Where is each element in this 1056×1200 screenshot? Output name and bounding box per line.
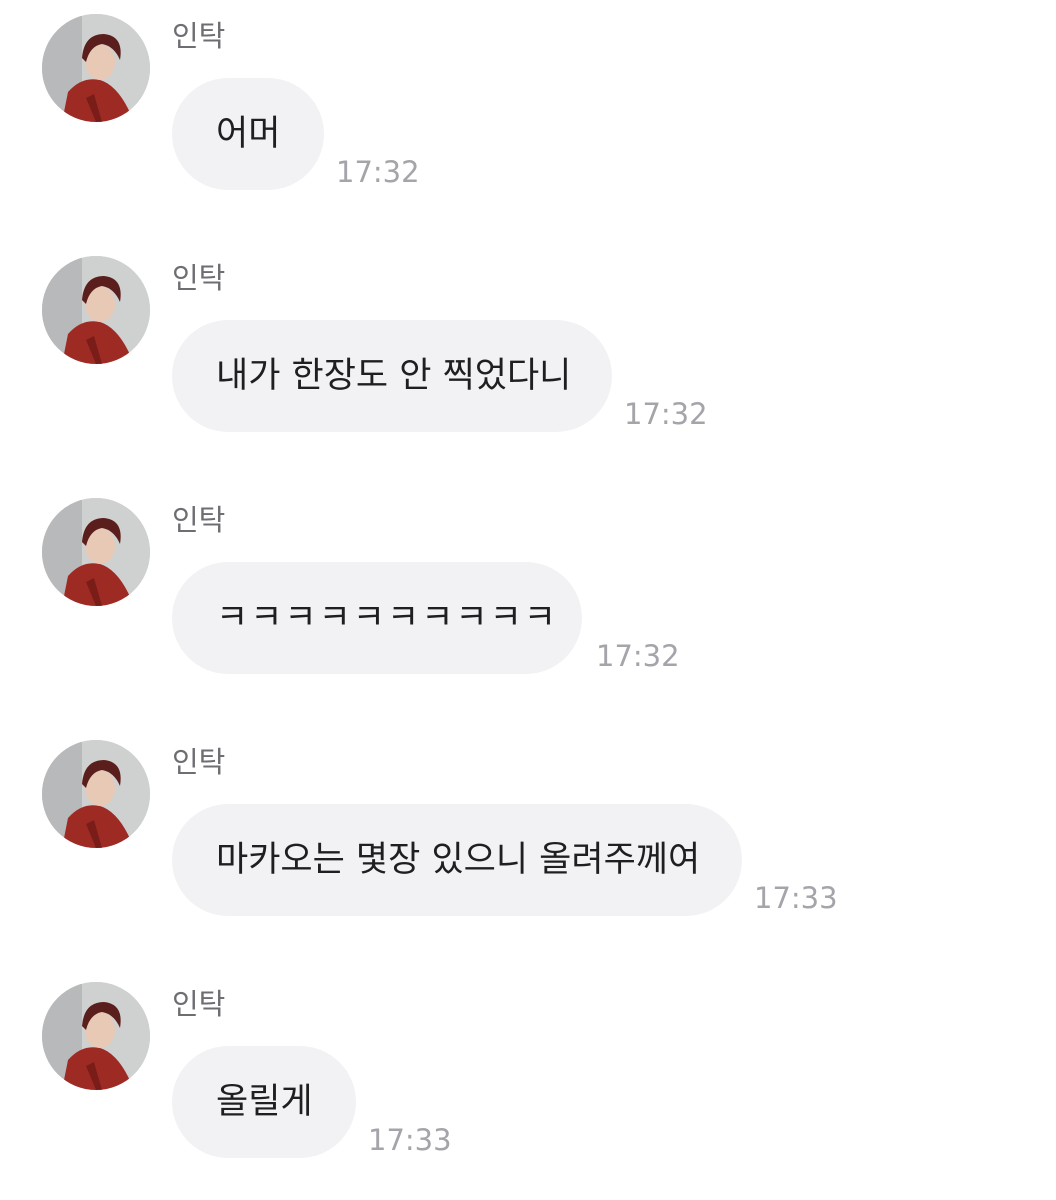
sender-name: 인탁	[172, 987, 226, 1021]
chat-message: 인탁 올릴게 17:33	[0, 968, 1056, 1168]
chat-message: 인탁 마카오는 몇장 있으니 올려주께여 17:33	[0, 726, 1056, 926]
sender-name: 인탁	[172, 19, 226, 53]
message-time: 17:32	[596, 639, 680, 673]
profile-photo-icon[interactable]	[42, 740, 150, 848]
message-bubble[interactable]: 올릴게	[172, 1046, 356, 1158]
message-bubble[interactable]: ㅋㅋㅋㅋㅋㅋㅋㅋㅋㅋ	[172, 562, 582, 674]
profile-photo-icon[interactable]	[42, 14, 150, 122]
message-time: 17:32	[624, 397, 708, 431]
profile-photo-icon[interactable]	[42, 256, 150, 364]
message-time: 17:32	[336, 155, 420, 189]
sender-name: 인탁	[172, 503, 226, 537]
message-time: 17:33	[754, 881, 838, 915]
profile-photo-icon[interactable]	[42, 982, 150, 1090]
chat-message: 인탁 내가 한장도 안 찍었다니 17:32	[0, 242, 1056, 442]
profile-photo-icon[interactable]	[42, 498, 150, 606]
chat-message: 인탁 어머 17:32	[0, 0, 1056, 200]
message-bubble[interactable]: 어머	[172, 78, 324, 190]
message-time: 17:33	[368, 1123, 452, 1157]
chat-message: 인탁 ㅋㅋㅋㅋㅋㅋㅋㅋㅋㅋ 17:32	[0, 484, 1056, 684]
sender-name: 인탁	[172, 745, 226, 779]
message-bubble[interactable]: 마카오는 몇장 있으니 올려주께여	[172, 804, 742, 916]
sender-name: 인탁	[172, 261, 226, 295]
message-bubble[interactable]: 내가 한장도 안 찍었다니	[172, 320, 612, 432]
